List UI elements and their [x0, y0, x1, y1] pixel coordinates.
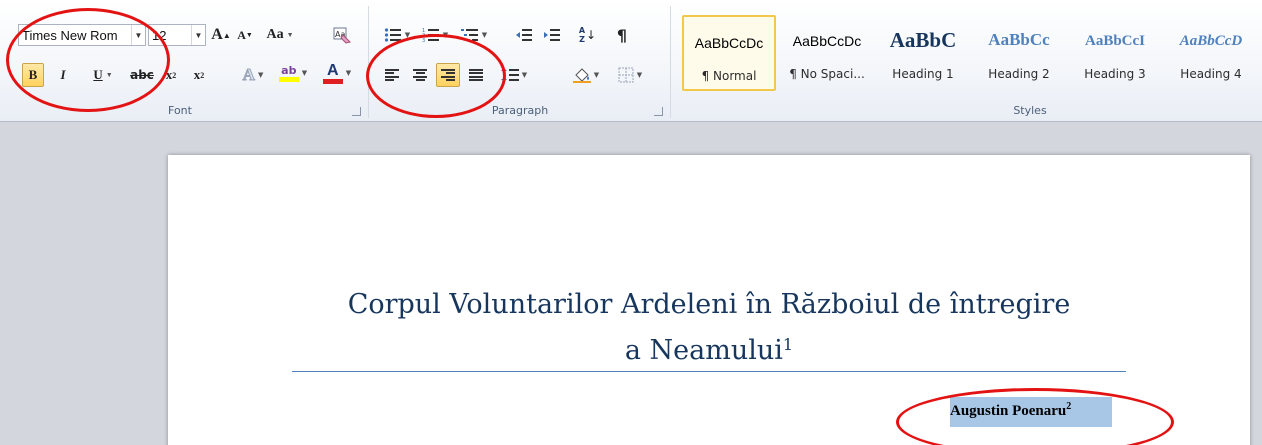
- change-case-button[interactable]: Aa ▼: [262, 23, 298, 47]
- text-effects-button[interactable]: A ▼: [236, 63, 270, 87]
- shading-icon: [572, 68, 591, 83]
- align-left-button[interactable]: [380, 63, 404, 87]
- document-title[interactable]: Corpul Voluntarilor Ardeleni în Războiul…: [168, 285, 1250, 371]
- title-footnote-ref[interactable]: 1: [783, 335, 793, 354]
- style-name: Heading 1: [892, 67, 954, 81]
- author-selected-text[interactable]: Augustin Poenaru2: [950, 397, 1112, 427]
- highlight-button[interactable]: ab ▼: [272, 61, 314, 85]
- align-right-button[interactable]: [436, 63, 460, 87]
- line-spacing-icon: [500, 68, 519, 82]
- paragraph-dialog-launcher-icon[interactable]: [654, 107, 663, 116]
- chevron-down-icon[interactable]: ▼: [131, 25, 145, 45]
- style-name: Heading 3: [1084, 67, 1146, 81]
- style-heading-4[interactable]: AaBbCcD Heading 4: [1164, 15, 1258, 91]
- font-color-icon: A: [322, 62, 343, 84]
- sort-icon: A Z: [578, 26, 586, 44]
- superscript-button[interactable]: x2: [188, 63, 210, 87]
- text-effects-icon: A: [242, 65, 255, 85]
- align-center-icon: [413, 69, 427, 81]
- strikethrough-button[interactable]: abc: [128, 63, 156, 87]
- style-sample: AaBbCcD: [1179, 33, 1243, 49]
- bold-button[interactable]: B: [22, 63, 44, 87]
- style-heading-1[interactable]: AaBbC Heading 1: [876, 15, 970, 91]
- style-sample: AaBbCc: [988, 30, 1050, 49]
- group-divider: [368, 6, 369, 118]
- shrink-font-icon: A: [237, 27, 246, 42]
- underline-button[interactable]: U ▼: [82, 63, 124, 87]
- group-divider: [670, 6, 671, 118]
- increase-indent-button[interactable]: [540, 23, 564, 47]
- increase-indent-icon: [544, 29, 560, 41]
- borders-button[interactable]: ▼: [610, 63, 650, 87]
- numbering-icon: 123: [422, 28, 439, 43]
- bullets-button[interactable]: ▼: [380, 23, 414, 47]
- font-size-combo[interactable]: 12 ▼: [148, 24, 206, 46]
- subscript-button[interactable]: x2: [160, 63, 182, 87]
- bold-icon: B: [28, 67, 38, 82]
- show-marks-button[interactable]: ¶: [610, 23, 634, 47]
- title-line-1: Corpul Voluntarilor Ardeleni în Războiul…: [347, 289, 1071, 320]
- decrease-indent-button[interactable]: [512, 23, 536, 47]
- clear-formatting-icon: Aa: [333, 27, 351, 44]
- line-spacing-button[interactable]: ▼: [496, 63, 532, 87]
- grow-font-button[interactable]: A ▲: [210, 23, 232, 47]
- grow-font-icon: A: [211, 26, 223, 43]
- paragraph-group-label: Paragraph: [491, 104, 549, 117]
- style-heading-2[interactable]: AaBbCc Heading 2: [972, 15, 1066, 91]
- align-center-button[interactable]: [408, 63, 432, 87]
- chevron-down-icon[interactable]: ▼: [191, 25, 205, 45]
- font-dialog-launcher-icon[interactable]: [352, 107, 361, 116]
- author-footnote-ref[interactable]: 2: [1066, 401, 1071, 412]
- multilevel-list-icon: [460, 29, 478, 41]
- style-name: Heading 4: [1180, 67, 1242, 81]
- font-size-value: 12: [152, 27, 167, 43]
- decrease-indent-icon: [516, 29, 532, 41]
- styles-gallery: AaBbCcDc ¶ Normal AaBbCcDc ¶ No Spaci...…: [678, 12, 1262, 92]
- font-name-value: Times New Rom: [22, 27, 118, 43]
- borders-icon: [618, 67, 634, 83]
- document-page[interactable]: Corpul Voluntarilor Ardeleni în Războiul…: [168, 155, 1250, 445]
- style-name: ¶ No Spaci...: [789, 67, 865, 81]
- document-area[interactable]: Corpul Voluntarilor Ardeleni în Războiul…: [0, 123, 1262, 445]
- sort-button[interactable]: A Z ↓: [574, 23, 600, 47]
- highlight-icon: ab: [278, 64, 299, 82]
- multilevel-list-button[interactable]: ▼: [456, 23, 492, 47]
- style-normal[interactable]: AaBbCcDc ¶ Normal: [682, 15, 776, 91]
- style-sample: AaBbC: [889, 28, 957, 52]
- shading-button[interactable]: ▼: [568, 63, 604, 87]
- justify-icon: [469, 69, 483, 81]
- font-name-combo[interactable]: Times New Rom ▼: [18, 24, 146, 46]
- clear-formatting-button[interactable]: Aa: [330, 23, 354, 47]
- italic-icon: I: [60, 67, 66, 82]
- style-name: ¶ Normal: [701, 69, 757, 83]
- styles-group-label: Styles: [1013, 104, 1047, 117]
- style-sample: AaBbCcI: [1084, 33, 1145, 49]
- show-marks-icon: ¶: [616, 25, 628, 45]
- align-left-icon: [385, 69, 399, 81]
- style-no-spacing[interactable]: AaBbCcDc ¶ No Spaci...: [780, 15, 874, 91]
- numbering-button[interactable]: 1 2 3 ▼: [418, 23, 452, 47]
- change-case-icon: Aa: [266, 27, 284, 42]
- author-name: Augustin Poenaru: [950, 403, 1067, 419]
- font-group-label: Font: [168, 104, 192, 117]
- justify-button[interactable]: [464, 63, 488, 87]
- underline-icon: U: [93, 67, 103, 82]
- style-name: Heading 2: [988, 67, 1050, 81]
- font-color-button[interactable]: A ▼: [318, 61, 356, 85]
- style-sample: AaBbCcDc: [694, 35, 764, 51]
- italic-button[interactable]: I: [52, 63, 74, 87]
- bullets-icon: [384, 28, 401, 42]
- shrink-font-button[interactable]: A ▼: [234, 23, 256, 47]
- strikethrough-icon: abc: [130, 68, 154, 82]
- style-heading-3[interactable]: AaBbCcI Heading 3: [1068, 15, 1162, 91]
- style-sample: AaBbCcDc: [792, 33, 862, 49]
- svg-text:3: 3: [422, 38, 425, 43]
- title-line-2: a Neamului: [624, 335, 783, 366]
- title-underline-rule: [292, 371, 1126, 372]
- ribbon: Times New Rom ▼ 12 ▼ A ▲ A ▼ Aa ▼ Aa B I U ▼…: [0, 0, 1262, 122]
- align-right-icon: [441, 69, 455, 81]
